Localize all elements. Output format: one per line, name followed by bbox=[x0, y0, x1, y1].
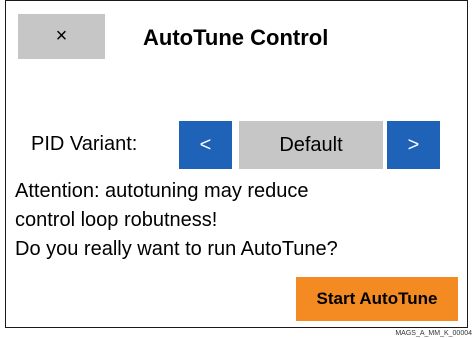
pid-variant-value: Default bbox=[239, 121, 383, 169]
previous-variant-button[interactable]: < bbox=[179, 121, 232, 169]
warning-line: Do you really want to run AutoTune? bbox=[15, 238, 338, 260]
next-variant-button[interactable]: > bbox=[387, 121, 440, 169]
warning-line: Attention: autotuning may reduce bbox=[15, 180, 309, 202]
start-autotune-button[interactable]: Start AutoTune bbox=[296, 277, 458, 321]
document-id: MAGS_A_MM_K_00004 bbox=[395, 330, 472, 337]
warning-line: control loop robutness! bbox=[15, 209, 218, 231]
warning-message: Attention: autotuning may reduce control… bbox=[15, 177, 338, 264]
close-button[interactable]: × bbox=[18, 14, 105, 59]
close-icon: × bbox=[55, 25, 68, 47]
chevron-right-icon: > bbox=[407, 133, 420, 156]
chevron-left-icon: < bbox=[199, 133, 212, 156]
pid-variant-label: PID Variant: bbox=[31, 133, 138, 155]
autotune-dialog: × AutoTune Control PID Variant: < Defaul… bbox=[5, 0, 468, 328]
dialog-title: AutoTune Control bbox=[143, 25, 329, 50]
